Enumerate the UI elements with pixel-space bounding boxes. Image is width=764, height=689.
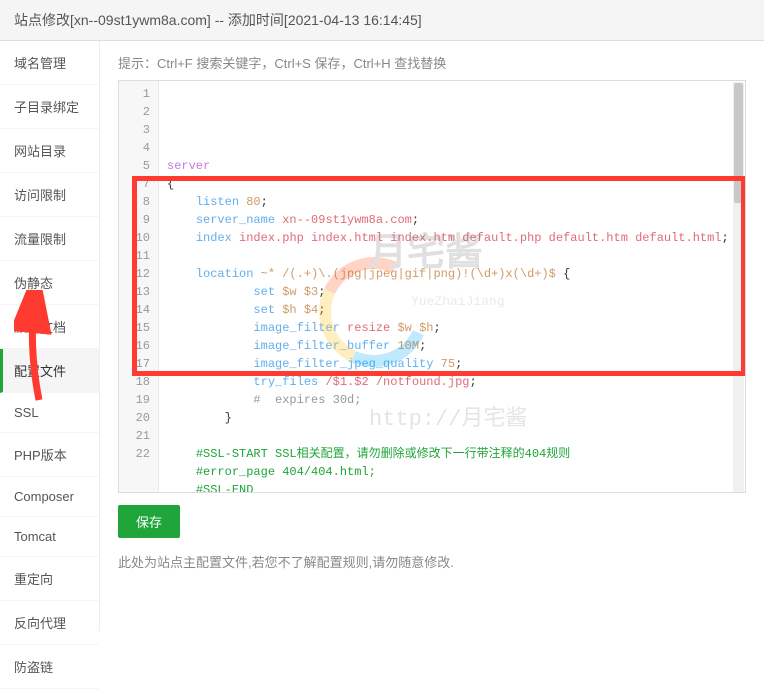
sidebar-item-5[interactable]: 伪静态: [0, 261, 99, 305]
sidebar-item-9[interactable]: PHP版本: [0, 433, 99, 477]
line-gutter: 1234578910111213141516171819202122: [119, 81, 159, 492]
sidebar-item-10[interactable]: Composer: [0, 477, 99, 517]
main-container: 域名管理子目录绑定网站目录访问限制流量限制伪静态默认文档配置文件SSLPHP版本…: [0, 41, 764, 631]
code-line-7[interactable]: [167, 247, 737, 265]
sidebar-item-13[interactable]: 反向代理: [0, 601, 99, 645]
code-line-1[interactable]: server: [167, 157, 737, 175]
sidebar-item-0[interactable]: 域名管理: [0, 41, 99, 85]
sidebar-item-6[interactable]: 默认文档: [0, 305, 99, 349]
code-line-4[interactable]: server_name xn--09st1ywm8a.com;: [167, 211, 737, 229]
sidebar-item-8[interactable]: SSL: [0, 393, 99, 433]
code-line-14[interactable]: try_files /$1.$2 /notfound.jpg;: [167, 373, 737, 391]
code-line-5[interactable]: index index.php index.html index.htm def…: [167, 229, 737, 247]
code-line-3[interactable]: listen 80;: [167, 193, 737, 211]
sidebar-item-2[interactable]: 网站目录: [0, 129, 99, 173]
dialog-title: 站点修改[xn--09st1ywm8a.com] -- 添加时间[2021-04…: [0, 0, 764, 41]
code-line-18[interactable]: #SSL-START SSL相关配置，请勿删除或修改下一行带注释的404规则: [167, 445, 737, 463]
sidebar-item-1[interactable]: 子目录绑定: [0, 85, 99, 129]
sidebar-item-11[interactable]: Tomcat: [0, 517, 99, 557]
sidebar: 域名管理子目录绑定网站目录访问限制流量限制伪静态默认文档配置文件SSLPHP版本…: [0, 41, 100, 631]
code-line-11[interactable]: image_filter resize $w $h;: [167, 319, 737, 337]
sidebar-item-12[interactable]: 重定向: [0, 557, 99, 601]
code-line-10[interactable]: set $h $4;: [167, 301, 737, 319]
code-line-2[interactable]: {: [167, 175, 737, 193]
scroll-thumb[interactable]: [734, 83, 743, 203]
code-line-17[interactable]: [167, 427, 737, 445]
code-area[interactable]: 月宅酱 YueZhaiJiang http://月宅酱 server{ list…: [159, 81, 745, 492]
code-line-9[interactable]: set $w $3;: [167, 283, 737, 301]
code-line-12[interactable]: image_filter_buffer 10M;: [167, 337, 737, 355]
code-editor[interactable]: 1234578910111213141516171819202122 月宅酱 Y…: [118, 80, 746, 493]
code-line-20[interactable]: #SSL-END: [167, 481, 737, 492]
code-line-13[interactable]: image_filter_jpeg_quality 75;: [167, 355, 737, 373]
sidebar-item-4[interactable]: 流量限制: [0, 217, 99, 261]
main-panel: 提示：Ctrl+F 搜索关键字，Ctrl+S 保存，Ctrl+H 查找替换 12…: [100, 41, 764, 631]
editor-scrollbar[interactable]: [733, 82, 744, 493]
code-line-16[interactable]: }: [167, 409, 737, 427]
code-line-19[interactable]: #error_page 404/404.html;: [167, 463, 737, 481]
code-line-8[interactable]: location ~* /(.+)\.(jpg|jpeg|gif|png)!(\…: [167, 265, 737, 283]
save-button[interactable]: 保存: [118, 505, 180, 538]
code-line-15[interactable]: # expires 30d;: [167, 391, 737, 409]
sidebar-item-3[interactable]: 访问限制: [0, 173, 99, 217]
footer-note: 此处为站点主配置文件,若您不了解配置规则,请勿随意修改.: [118, 552, 746, 571]
sidebar-item-7[interactable]: 配置文件: [0, 349, 99, 393]
sidebar-item-14[interactable]: 防盗链: [0, 645, 99, 689]
hint-text: 提示：Ctrl+F 搜索关键字，Ctrl+S 保存，Ctrl+H 查找替换: [118, 53, 746, 72]
